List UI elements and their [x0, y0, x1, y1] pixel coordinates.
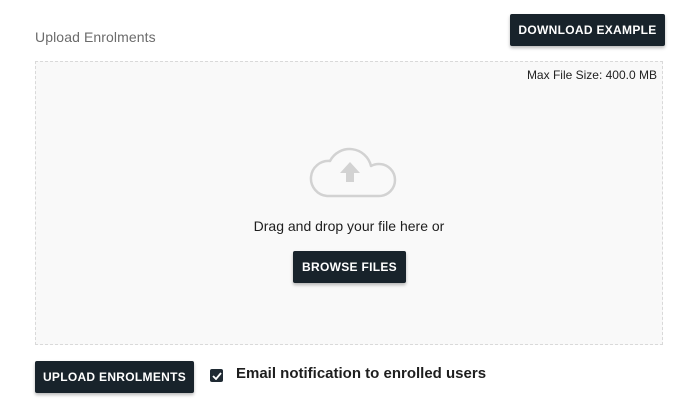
upload-enrolments-page: Upload Enrolments DOWNLOAD EXAMPLE Max F…: [0, 0, 688, 404]
max-file-size: Max File Size: 400.0 MB: [526, 68, 657, 82]
email-notification-checkbox[interactable]: [210, 369, 223, 382]
drag-drop-instruction: Drag and drop your file here or: [253, 218, 445, 234]
browse-files-button[interactable]: BROWSE FILES: [293, 251, 406, 283]
download-example-button[interactable]: DOWNLOAD EXAMPLE: [510, 14, 665, 46]
section-title: Upload Enrolments: [35, 29, 156, 45]
cloud-upload-icon: [309, 147, 397, 198]
email-notification-label: Email notification to enrolled users: [236, 365, 487, 382]
file-dropzone[interactable]: Max File Size: 400.0 MB Drag and drop yo…: [35, 61, 663, 345]
checkmark-icon: [211, 371, 222, 380]
upload-enrolments-button[interactable]: UPLOAD ENROLMENTS: [35, 361, 194, 393]
email-notification-option[interactable]: Email notification to enrolled users: [210, 365, 486, 382]
